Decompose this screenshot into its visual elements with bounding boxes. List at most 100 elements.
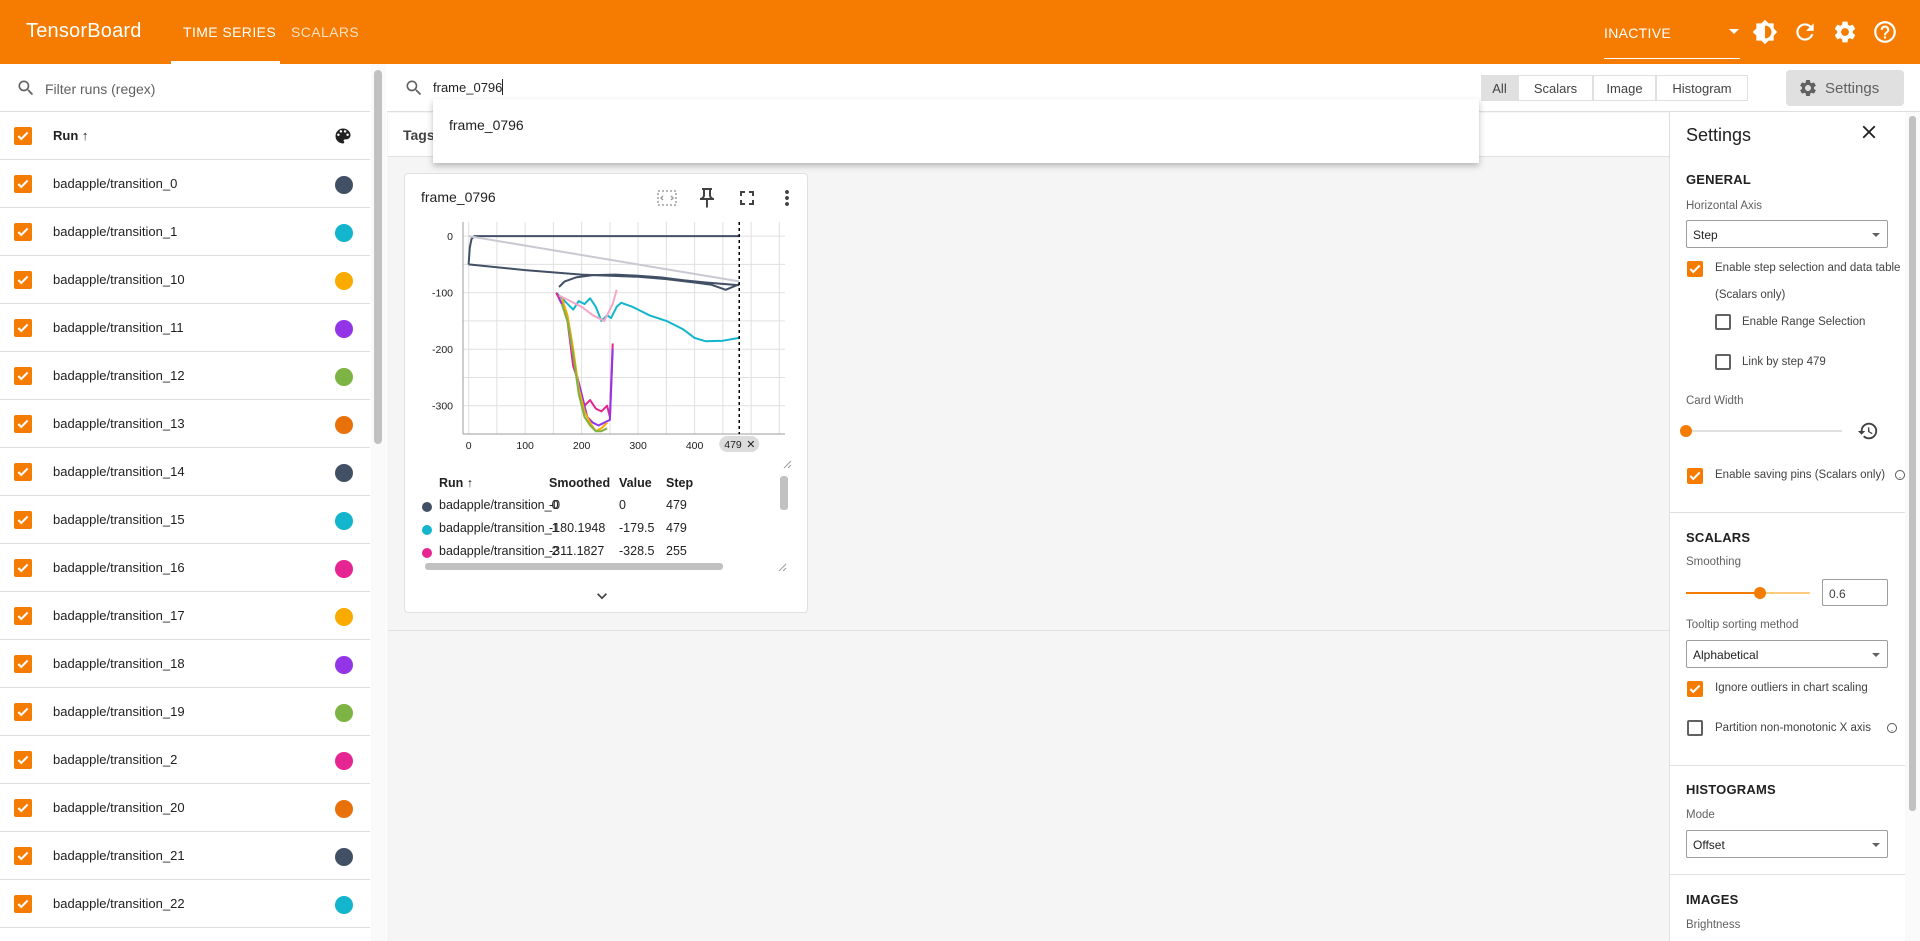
run-checkbox[interactable] <box>14 703 32 721</box>
brightness-icon[interactable] <box>1752 19 1778 45</box>
run-checkbox[interactable] <box>14 751 32 769</box>
table-horizontal-scrollbar[interactable] <box>425 563 723 570</box>
run-color-swatch[interactable] <box>335 656 353 674</box>
run-checkbox[interactable] <box>14 655 32 673</box>
tag-filter-input[interactable]: frame_0796 <box>433 80 502 95</box>
run-color-swatch[interactable] <box>335 896 353 914</box>
run-row[interactable]: badapple/transition_16 <box>0 544 370 592</box>
run-checkbox[interactable] <box>14 415 32 433</box>
close-icon[interactable] <box>1858 121 1880 143</box>
step-chip[interactable]: 479 ✕ <box>719 436 760 452</box>
run-color-swatch[interactable] <box>335 176 353 194</box>
run-row[interactable]: badapple/transition_13 <box>0 400 370 448</box>
runs-scrollbar-thumb[interactable] <box>374 70 382 444</box>
run-color-swatch[interactable] <box>335 368 353 386</box>
pin-icon[interactable] <box>695 186 719 210</box>
col-value-header[interactable]: Value <box>619 476 652 490</box>
run-checkbox[interactable] <box>14 559 32 577</box>
ignore-outliers-checkbox[interactable] <box>1687 681 1703 697</box>
link-by-step-checkbox[interactable] <box>1715 354 1731 370</box>
help-icon[interactable] <box>1886 722 1898 734</box>
autocomplete-option[interactable]: frame_0796 <box>449 117 524 133</box>
card-width-track[interactable] <box>1686 430 1842 432</box>
horizontal-axis-select[interactable]: Step <box>1686 220 1888 248</box>
col-smoothed-header[interactable]: Smoothed <box>549 476 610 490</box>
step-selection-checkbox[interactable] <box>1687 261 1703 277</box>
palette-icon[interactable] <box>333 126 353 146</box>
runs-filter-input[interactable]: Filter runs (regex) <box>45 81 155 97</box>
run-row[interactable]: badapple/transition_22 <box>0 880 370 928</box>
tooltip-sort-select[interactable]: Alphabetical <box>1686 640 1888 668</box>
run-checkbox[interactable] <box>14 511 32 529</box>
settings-scrollbar-thumb[interactable] <box>1909 116 1916 811</box>
card-width-slider-thumb[interactable] <box>1680 425 1692 437</box>
run-checkbox[interactable] <box>14 463 32 481</box>
resize-handle-icon[interactable] <box>783 460 792 469</box>
run-row[interactable]: badapple/transition_20 <box>0 784 370 832</box>
run-color-swatch[interactable] <box>335 416 353 434</box>
select-all-checkbox[interactable] <box>14 127 32 145</box>
run-checkbox[interactable] <box>14 847 32 865</box>
run-row[interactable]: badapple/transition_1 <box>0 208 370 256</box>
run-checkbox[interactable] <box>14 607 32 625</box>
col-step-header[interactable]: Step <box>666 476 693 490</box>
run-color-swatch[interactable] <box>335 320 353 338</box>
run-color-swatch[interactable] <box>335 224 353 242</box>
chevron-down-icon[interactable] <box>592 586 612 606</box>
line-chart[interactable]: 0 100 200 300 400 0 -100 -200 -300 479 ✕ <box>405 214 809 476</box>
reset-icon[interactable] <box>1857 420 1879 442</box>
run-checkbox[interactable] <box>14 175 32 193</box>
more-vert-icon[interactable] <box>775 186 799 210</box>
run-row[interactable]: badapple/transition_14 <box>0 448 370 496</box>
settings-scrollbar[interactable] <box>1905 112 1920 941</box>
saving-pins-checkbox[interactable] <box>1687 468 1703 484</box>
run-checkbox[interactable] <box>14 223 32 241</box>
run-checkbox[interactable] <box>14 367 32 385</box>
resize-handle-icon[interactable] <box>777 562 787 572</box>
filter-histogram-button[interactable]: Histogram <box>1656 75 1748 101</box>
run-row[interactable]: badapple/transition_21 <box>0 832 370 880</box>
tab-time-series[interactable]: TIME SERIES <box>183 24 276 40</box>
filter-scalars-button[interactable]: Scalars <box>1518 75 1593 101</box>
help-icon[interactable] <box>1872 19 1898 45</box>
table-vertical-scrollbar[interactable] <box>780 476 788 510</box>
run-checkbox[interactable] <box>14 799 32 817</box>
col-run-header[interactable]: Run ↑ <box>439 476 473 490</box>
run-color-swatch[interactable] <box>335 560 353 578</box>
partition-checkbox[interactable] <box>1687 720 1703 736</box>
run-color-swatch[interactable] <box>335 752 353 770</box>
run-row[interactable]: badapple/transition_0 <box>0 160 370 208</box>
run-color-swatch[interactable] <box>335 512 353 530</box>
run-row[interactable]: badapple/transition_11 <box>0 304 370 352</box>
run-row[interactable]: badapple/transition_19 <box>0 688 370 736</box>
chevron-down-icon[interactable] <box>1729 29 1739 34</box>
filter-all-button[interactable]: All <box>1481 75 1518 101</box>
close-icon[interactable]: ✕ <box>746 439 755 451</box>
run-column-header[interactable]: Run ↑ <box>53 128 88 143</box>
run-row[interactable]: badapple/transition_12 <box>0 352 370 400</box>
range-selection-checkbox[interactable] <box>1715 314 1731 330</box>
run-color-swatch[interactable] <box>335 464 353 482</box>
histogram-mode-select[interactable]: Offset <box>1686 830 1888 858</box>
smoothing-input[interactable]: 0.6 <box>1822 579 1888 606</box>
settings-icon[interactable] <box>1832 19 1858 45</box>
tab-scalars[interactable]: SCALARS <box>291 24 359 40</box>
run-row[interactable]: badapple/transition_18 <box>0 640 370 688</box>
fit-domain-icon[interactable] <box>655 186 679 210</box>
reload-status-select[interactable]: INACTIVE <box>1604 25 1671 41</box>
run-checkbox[interactable] <box>14 895 32 913</box>
filter-image-button[interactable]: Image <box>1593 75 1656 101</box>
run-color-swatch[interactable] <box>335 272 353 290</box>
run-row[interactable]: badapple/transition_15 <box>0 496 370 544</box>
run-color-swatch[interactable] <box>335 704 353 722</box>
settings-button[interactable]: Settings <box>1786 70 1904 106</box>
run-row[interactable]: badapple/transition_17 <box>0 592 370 640</box>
fullscreen-icon[interactable] <box>735 186 759 210</box>
run-row[interactable]: badapple/transition_2 <box>0 736 370 784</box>
runs-scrollbar[interactable] <box>371 64 386 941</box>
run-row[interactable]: badapple/transition_10 <box>0 256 370 304</box>
run-checkbox[interactable] <box>14 271 32 289</box>
run-color-swatch[interactable] <box>335 608 353 626</box>
run-checkbox[interactable] <box>14 319 32 337</box>
refresh-icon[interactable] <box>1792 19 1818 45</box>
